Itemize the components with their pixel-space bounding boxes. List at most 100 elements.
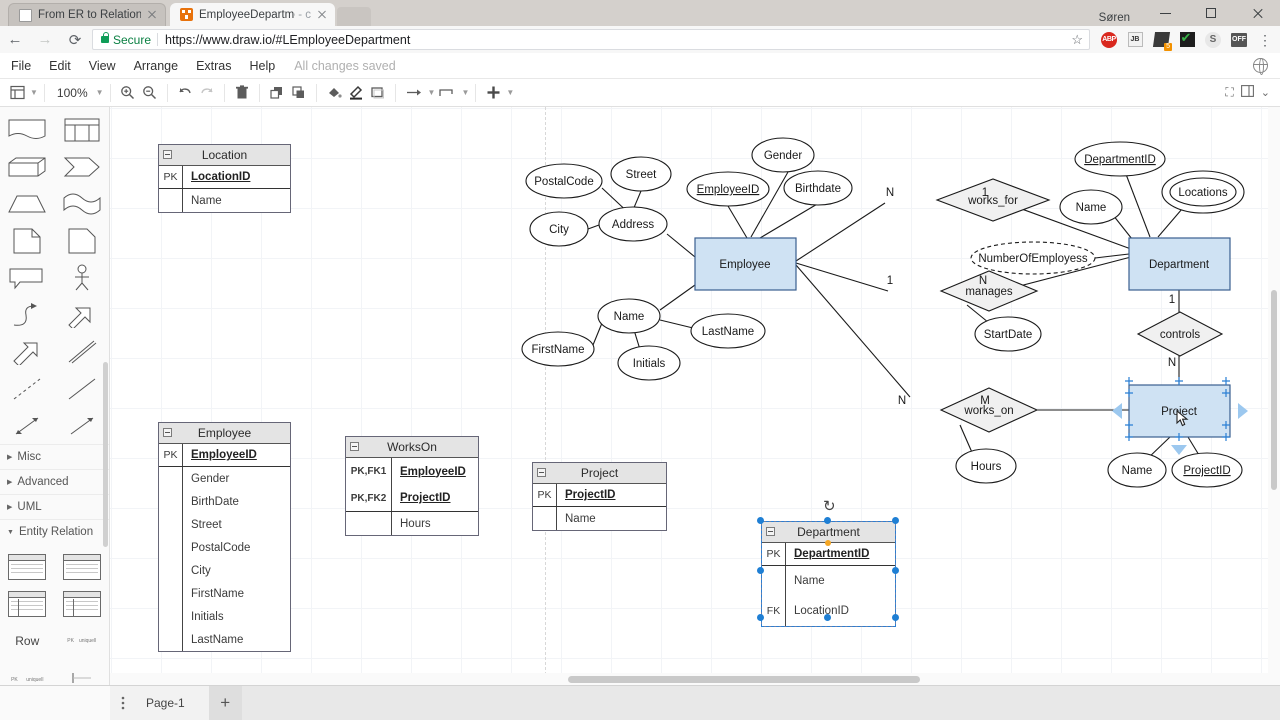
shape-page-icon[interactable]: [0, 222, 55, 259]
connection-icon[interactable]: [402, 81, 426, 105]
browser-tab-1[interactable]: From ER to Relational M: [8, 3, 166, 26]
address-bar[interactable]: Secure https://www.draw.io/#LEmployeeDep…: [92, 29, 1090, 50]
table-row[interactable]: Name: [159, 189, 290, 212]
table-employee[interactable]: Employee PK EmployeeID Gender BirthDate …: [158, 422, 291, 652]
table-department[interactable]: Department PK DepartmentID Name FK Locat…: [761, 521, 896, 627]
collapse-icon[interactable]: [350, 442, 359, 451]
table-row[interactable]: City: [159, 559, 290, 582]
canvas-vertical-scrollbar-thumb[interactable]: [1271, 290, 1277, 490]
insert-icon[interactable]: [482, 81, 504, 105]
browser-menu-button[interactable]: ⋮: [1253, 28, 1277, 52]
waypoints-icon[interactable]: [435, 81, 459, 105]
table-row[interactable]: Initials: [159, 605, 290, 628]
fullscreen-icon[interactable]: ⛶: [1225, 85, 1233, 100]
shape-curve-arrow-icon[interactable]: [0, 296, 55, 333]
selection-handle-se[interactable]: [892, 614, 899, 621]
zoom-out-icon[interactable]: [139, 81, 161, 105]
to-front-icon[interactable]: [266, 81, 288, 105]
selection-handle-sw[interactable]: [757, 614, 764, 621]
shape-table-simple-icon[interactable]: [0, 548, 55, 585]
table-row[interactable]: Name: [533, 507, 666, 530]
close-icon[interactable]: [315, 8, 329, 22]
collapse-toolbar-icon[interactable]: ⌄: [1261, 87, 1270, 98]
shape-dashed-line-icon[interactable]: [0, 370, 55, 407]
language-globe-icon[interactable]: [1252, 57, 1268, 75]
chevron-down-icon[interactable]: ▼: [461, 88, 469, 97]
chevron-down-icon[interactable]: ▼: [506, 88, 514, 97]
zoom-in-icon[interactable]: [117, 81, 139, 105]
table-row[interactable]: PK EmployeeID: [159, 444, 290, 467]
diagram-canvas[interactable]: PostalCode Street City Address EmployeeI…: [110, 107, 1270, 685]
back-button[interactable]: ←: [0, 26, 30, 53]
shape-trapezoid-icon[interactable]: [0, 185, 55, 222]
menu-extras[interactable]: Extras: [187, 53, 240, 79]
table-row[interactable]: PostalCode: [159, 536, 290, 559]
shape-table-list-icon[interactable]: [55, 548, 110, 585]
sidebar-section-advanced[interactable]: ▶ Advanced: [0, 469, 109, 494]
sidebar-scrollbar[interactable]: [103, 362, 108, 547]
shape-single-arrow-icon[interactable]: [55, 407, 110, 444]
shape-pk-row-icon[interactable]: PK uniquell: [55, 622, 110, 659]
delete-icon[interactable]: [231, 81, 253, 105]
forward-button[interactable]: →: [30, 26, 60, 53]
shape-row-icon[interactable]: Row: [0, 622, 55, 659]
shape-actor-icon[interactable]: [55, 259, 110, 296]
table-row[interactable]: Hours: [346, 512, 478, 535]
table-row[interactable]: LastName: [159, 628, 290, 651]
redo-icon[interactable]: [196, 81, 218, 105]
menu-help[interactable]: Help: [241, 53, 285, 79]
close-icon[interactable]: [145, 8, 159, 22]
shape-document-icon[interactable]: [0, 111, 55, 148]
shape-table-pk-icon[interactable]: [0, 585, 55, 622]
shape-corner-icon[interactable]: [55, 222, 110, 259]
shape-line-icon[interactable]: [55, 370, 110, 407]
table-row[interactable]: FK LocationID: [762, 596, 895, 626]
new-tab-button[interactable]: [337, 7, 371, 26]
table-row[interactable]: BirthDate: [159, 490, 290, 513]
menu-arrange[interactable]: Arrange: [125, 53, 187, 79]
collapse-icon[interactable]: [766, 527, 775, 536]
selection-handle-ne[interactable]: [892, 517, 899, 524]
s-extension-icon[interactable]: S: [1201, 28, 1225, 52]
chevron-down-icon[interactable]: ▼: [96, 88, 104, 97]
shape-double-arrow-icon[interactable]: [55, 296, 110, 333]
shape-tape-icon[interactable]: [55, 185, 110, 222]
selection-handle-label[interactable]: [825, 540, 831, 546]
reload-button[interactable]: ⟳: [60, 26, 90, 53]
page-menu-button[interactable]: [110, 685, 136, 720]
collapse-icon[interactable]: [537, 468, 546, 477]
table-project[interactable]: Project PK ProjectID Name: [532, 462, 667, 531]
selection-handle-w[interactable]: [757, 567, 764, 574]
menu-view[interactable]: View: [80, 53, 125, 79]
shape-block-arrow-icon[interactable]: [0, 333, 55, 370]
selection-handle-nw[interactable]: [757, 517, 764, 524]
page-tab-page-1[interactable]: Page-1: [136, 685, 209, 720]
canvas-horizontal-scrollbar-thumb[interactable]: [568, 676, 920, 683]
table-row[interactable]: PK,FK2 ProjectID: [346, 485, 478, 512]
adblock-plus-extension-icon[interactable]: ABP: [1097, 28, 1121, 52]
add-page-button[interactable]: +: [208, 685, 242, 720]
jb-extension-icon[interactable]: JB: [1123, 28, 1147, 52]
shape-callout-icon[interactable]: [0, 259, 55, 296]
table-row[interactable]: PK DepartmentID: [762, 543, 895, 566]
rotate-handle-icon[interactable]: ↻: [823, 497, 836, 515]
bookmark-star-icon[interactable]: ☆: [1071, 32, 1083, 48]
menu-file[interactable]: File: [0, 53, 40, 79]
selection-handle-s[interactable]: [824, 614, 831, 621]
dark-extension-icon[interactable]: 5: [1149, 28, 1173, 52]
collapse-icon[interactable]: [163, 150, 172, 159]
browser-tab-2[interactable]: EmployeeDepartment - c: [170, 3, 335, 26]
menu-edit[interactable]: Edit: [40, 53, 80, 79]
format-panel-icon[interactable]: [1240, 85, 1254, 100]
sidebar-section-misc[interactable]: ▶ Misc: [0, 444, 109, 469]
sidebar-section-uml[interactable]: ▶ UML: [0, 494, 109, 519]
table-row[interactable]: Street: [159, 513, 290, 536]
table-row[interactable]: Name: [762, 566, 895, 596]
to-back-icon[interactable]: [288, 81, 310, 105]
shape-double-line-icon[interactable]: [55, 333, 110, 370]
sidebar-section-entity-relation[interactable]: ▼ Entity Relation: [0, 519, 109, 544]
shape-cube-icon[interactable]: [0, 148, 55, 185]
shapes-sidebar[interactable]: ▶ Misc ▶ Advanced ▶ UML ▼ Entity Relatio…: [0, 107, 110, 720]
close-window-button[interactable]: [1234, 0, 1280, 26]
shape-bidirectional-arrow-icon[interactable]: [0, 407, 55, 444]
